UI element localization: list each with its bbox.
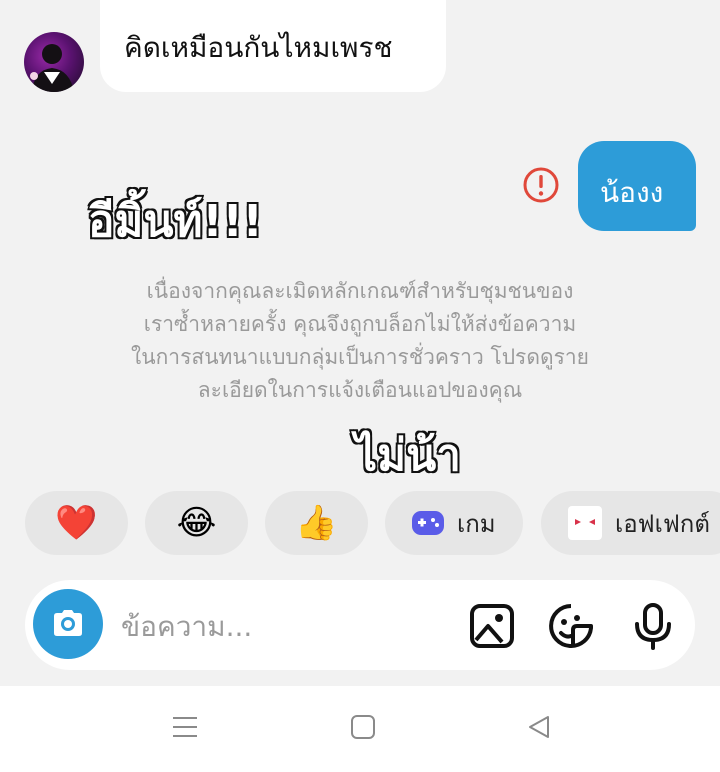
effects-label: เอฟเฟกต์ — [615, 509, 710, 538]
notice-line: ละเอียดในการแจ้งเตือนแอปของคุณ — [197, 378, 523, 402]
incoming-message-text: คิดเหมือนกันไหมเพรช — [124, 31, 393, 64]
contact-avatar[interactable] — [24, 32, 84, 92]
thumbs-up-icon: 👍 — [295, 503, 338, 543]
overlay-caption-2: ไม่น้า — [354, 429, 463, 483]
heart-reaction-button[interactable]: ❤️ — [25, 491, 128, 555]
notice-line: เราซ้ำหลายครั้ง คุณจึงถูกบล็อกไม่ให้ส่งข… — [143, 312, 577, 336]
message-composer — [25, 580, 695, 670]
outgoing-message-bubble[interactable]: น้องง — [578, 141, 696, 231]
camera-icon — [54, 610, 82, 636]
back-icon[interactable] — [526, 714, 552, 740]
system-navigation-bar — [0, 686, 720, 772]
games-button[interactable]: เกม — [385, 491, 523, 555]
outgoing-message-text: น้องง — [600, 176, 664, 209]
laugh-reaction-button[interactable]: 😂 — [145, 491, 248, 555]
effects-button[interactable]: เอฟเฟกต์ — [541, 491, 720, 555]
notice-line: ในการสนทนาแบบกลุ่มเป็นการชั่วคราว โปรดดู… — [130, 345, 589, 369]
effects-icon — [568, 506, 602, 540]
error-icon[interactable] — [523, 167, 559, 203]
gallery-icon[interactable] — [468, 602, 516, 650]
home-icon[interactable] — [350, 714, 376, 740]
message-input[interactable] — [119, 602, 443, 650]
blocked-notice: เนื่องจากคุณละเมิดหลักเกณฑ์สำหรับชุมชนขอ… — [80, 275, 640, 407]
notice-line: เนื่องจากคุณละเมิดหลักเกณฑ์สำหรับชุมชนขอ… — [146, 279, 574, 303]
sticker-icon[interactable] — [547, 602, 595, 650]
gamepad-icon — [412, 511, 444, 535]
games-label: เกม — [457, 509, 496, 538]
camera-button[interactable] — [33, 589, 103, 659]
thumbs-up-reaction-button[interactable]: 👍 — [265, 491, 368, 555]
heart-icon: ❤️ — [55, 503, 98, 543]
avatar-image — [30, 44, 74, 92]
incoming-message-bubble[interactable]: คิดเหมือนกันไหมเพรช — [100, 0, 446, 92]
overlay-caption-1: อีมิ้นท์!!! — [87, 195, 265, 249]
recent-apps-icon[interactable] — [172, 714, 198, 740]
microphone-icon[interactable] — [629, 602, 677, 650]
laughing-face-icon: 😂 — [176, 503, 217, 543]
